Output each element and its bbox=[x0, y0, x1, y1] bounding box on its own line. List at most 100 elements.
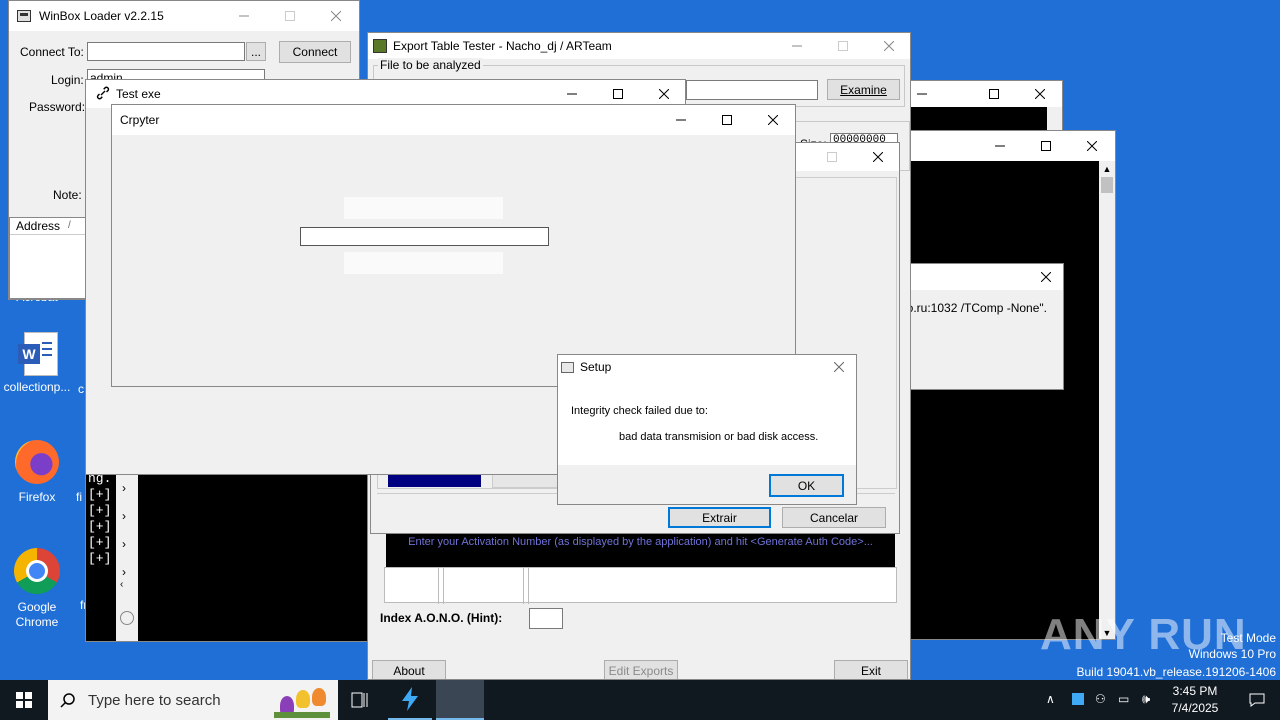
minimize-button[interactable] bbox=[658, 105, 704, 135]
notification-center-button[interactable] bbox=[1234, 680, 1280, 720]
tree-panel[interactable]: › › › › ‹ bbox=[116, 471, 138, 641]
connect-to-input[interactable] bbox=[87, 42, 245, 61]
desktop-icon-chrome[interactable]: Google Chrome bbox=[0, 548, 74, 630]
network-status-icon[interactable] bbox=[1072, 693, 1084, 705]
chevron-right-icon[interactable]: › bbox=[122, 537, 126, 551]
app-icon bbox=[373, 39, 387, 53]
progress-bar bbox=[388, 475, 481, 487]
onedrive-icon[interactable]: ⚇ bbox=[1095, 692, 1106, 706]
cancelar-button[interactable]: Cancelar bbox=[782, 507, 886, 528]
vertical-scrollbar[interactable]: ▲ ▼ bbox=[1099, 161, 1115, 639]
column-title: Address bbox=[16, 219, 61, 233]
bottom-label-box bbox=[344, 252, 503, 274]
file-path-input[interactable] bbox=[686, 80, 818, 100]
extrair-button[interactable]: Extrair bbox=[668, 507, 771, 528]
console-line: [+] bbox=[88, 535, 112, 550]
bolt-icon bbox=[402, 687, 418, 711]
exit-button[interactable]: Exit bbox=[834, 660, 908, 679]
os-build-label: Build 19041.vb_release.191206-1406 bbox=[1076, 665, 1277, 679]
maximize-button[interactable] bbox=[971, 81, 1017, 107]
show-hidden-icons-button[interactable]: ∧ bbox=[1046, 692, 1055, 706]
scroll-up-icon[interactable]: ▲ bbox=[1099, 161, 1115, 177]
word-icon: W bbox=[18, 332, 58, 376]
chevron-right-icon[interactable]: › bbox=[122, 481, 126, 495]
ok-button[interactable]: OK bbox=[769, 474, 844, 497]
task-view-button[interactable] bbox=[340, 680, 380, 720]
activation-text: Enter your Activation Number (as display… bbox=[408, 536, 873, 548]
auth-code-grid bbox=[384, 567, 897, 604]
examine-button[interactable]: Examine bbox=[827, 79, 900, 100]
close-button[interactable] bbox=[313, 1, 359, 31]
task-view-icon bbox=[351, 692, 368, 708]
search-placeholder: Type here to search bbox=[88, 691, 221, 709]
scroll-thumb[interactable] bbox=[1101, 177, 1113, 193]
console-line: [+] bbox=[88, 503, 112, 518]
close-button[interactable] bbox=[1026, 264, 1063, 290]
chevron-right-icon[interactable]: › bbox=[122, 565, 126, 579]
maximize-button[interactable] bbox=[1023, 131, 1069, 161]
console-line: [+] bbox=[88, 519, 112, 534]
desktop-icon-firefox[interactable]: Firefox bbox=[0, 440, 74, 505]
chevron-right-icon[interactable]: › bbox=[122, 509, 126, 523]
console-window-left[interactable]: ng. [+] [+] [+] [+] [+] › › › › ‹ bbox=[85, 470, 370, 642]
volume-icon[interactable]: 🕪 bbox=[1142, 691, 1150, 707]
minimize-button[interactable] bbox=[221, 1, 267, 31]
connect-to-label: Connect To: bbox=[20, 45, 84, 59]
desktop-icon-label: collectionp... bbox=[3, 380, 71, 394]
close-button[interactable] bbox=[1069, 131, 1115, 161]
error-message: 4o.ru:1032 /TComp -None". bbox=[900, 301, 1047, 315]
desktop-icon-partial-label: fi bbox=[76, 490, 82, 504]
circle-icon bbox=[120, 611, 134, 625]
close-button[interactable] bbox=[1017, 81, 1062, 107]
os-edition-label: Windows 10 Pro bbox=[1188, 647, 1276, 661]
window-title: Setup bbox=[580, 360, 612, 374]
window-title: Test exe bbox=[116, 87, 161, 101]
setup-app-icon bbox=[561, 361, 574, 373]
taskbar-app-anyrun[interactable] bbox=[388, 680, 432, 720]
maximize-button[interactable] bbox=[267, 1, 313, 31]
maximize-button[interactable] bbox=[704, 105, 750, 135]
test-mode-label: Test Mode bbox=[1220, 631, 1276, 645]
connect-button[interactable]: Connect bbox=[279, 41, 351, 63]
address-column-header[interactable]: Address / bbox=[10, 218, 86, 235]
minimize-button[interactable] bbox=[977, 131, 1023, 161]
console-line: [+] bbox=[88, 551, 112, 566]
desktop-icon-collection-doc[interactable]: W collectionp... bbox=[0, 332, 74, 395]
desktop-icon-label: Google Chrome bbox=[15, 600, 59, 629]
windows-icon bbox=[16, 692, 32, 708]
window-title: Export Table Tester - Nacho_dj / ARTeam bbox=[393, 39, 612, 53]
clock-date: 7/4/2025 bbox=[1171, 701, 1219, 715]
edit-exports-button[interactable]: Edit Exports bbox=[604, 660, 678, 679]
search-icon bbox=[60, 693, 75, 708]
browse-button[interactable]: ... bbox=[246, 42, 266, 61]
setup-dialog[interactable]: Setup Integrity check failed due to: bad… bbox=[557, 354, 857, 505]
taskbar: Type here to search ∧ ⚇ ▭ 🕪 3:45 PM 7/4/… bbox=[0, 680, 1280, 720]
start-button[interactable] bbox=[0, 680, 48, 720]
network-icon[interactable]: ▭ bbox=[1118, 692, 1129, 706]
tulip-decoration-icon bbox=[274, 684, 330, 720]
taskbar-search-box[interactable]: Type here to search bbox=[48, 680, 338, 720]
index-hint-input[interactable] bbox=[529, 608, 563, 629]
index-hint-label: Index A.O.N.O. (Hint): bbox=[380, 611, 503, 625]
crypter-input[interactable] bbox=[300, 227, 549, 246]
taskbar-app-active[interactable] bbox=[436, 680, 484, 720]
note-label: Note: bbox=[53, 188, 82, 202]
about-button[interactable]: About bbox=[372, 660, 446, 679]
progress-track bbox=[492, 473, 559, 488]
close-button[interactable] bbox=[855, 143, 899, 171]
maximize-button[interactable] bbox=[809, 143, 855, 171]
scroll-left-icon[interactable]: ‹ bbox=[120, 579, 123, 590]
clock[interactable]: 3:45 PM 7/4/2025 bbox=[1162, 683, 1228, 717]
console-line: [+] bbox=[88, 487, 112, 502]
crpyter-window[interactable]: Crpyter bbox=[111, 104, 796, 387]
address-list[interactable]: Address / bbox=[9, 217, 87, 299]
sort-icon: / bbox=[68, 220, 71, 231]
login-label: Login: bbox=[51, 73, 84, 87]
link-icon bbox=[96, 86, 110, 103]
activation-banner: Enter your Activation Number (as display… bbox=[386, 533, 895, 567]
maximize-button[interactable] bbox=[820, 33, 866, 59]
close-button[interactable] bbox=[820, 355, 856, 379]
close-button[interactable] bbox=[866, 33, 910, 59]
close-button[interactable] bbox=[750, 105, 795, 135]
minimize-button[interactable] bbox=[774, 33, 820, 59]
